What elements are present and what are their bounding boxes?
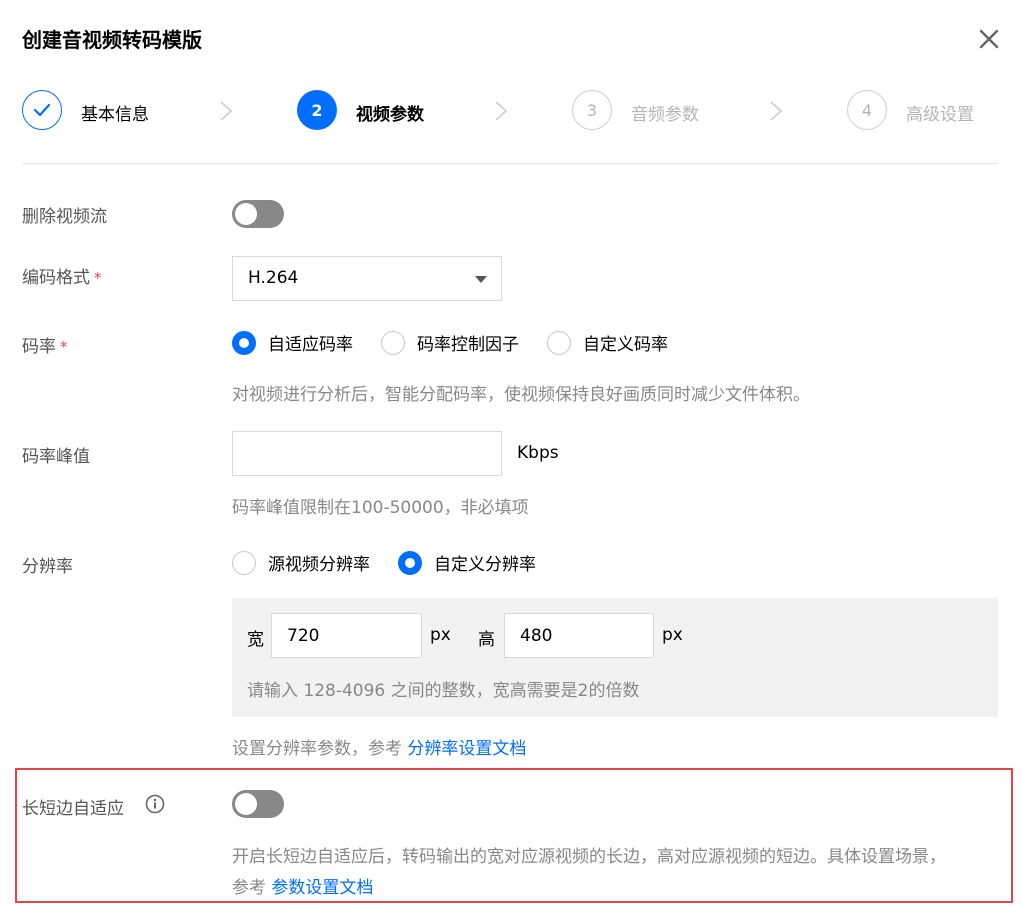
caret-down-icon <box>475 276 487 283</box>
adaptive-edge-toggle[interactable] <box>232 790 284 818</box>
radio-unchecked-icon <box>547 330 571 355</box>
divider <box>22 163 998 164</box>
param-doc-link[interactable]: 参数设置文档 <box>271 878 373 898</box>
chevron-right-icon <box>495 101 508 121</box>
dialog-title: 创建音视频转码模版 <box>22 28 202 52</box>
radio-adaptive-bitrate-label: 自适应码率 <box>268 335 353 355</box>
radio-bitrate-factor-label: 码率控制因子 <box>417 335 519 355</box>
resolution-label: 分辨率 <box>22 557 73 577</box>
bitrate-help: 对视频进行分析后，智能分配码率，使视频保持良好画质同时减少文件体积。 <box>232 385 810 405</box>
bitrate-label-text: 码率 <box>22 337 56 357</box>
step-2-label: 视频参数 <box>356 105 424 125</box>
adaptive-edge-label: 长短边自适应 <box>22 799 124 819</box>
radio-source-resolution-label: 源视频分辨率 <box>268 555 370 575</box>
step-1-check-icon <box>22 90 62 130</box>
radio-unchecked-icon <box>232 550 256 575</box>
radio-custom-resolution-label: 自定义分辨率 <box>434 555 536 575</box>
stepper: 基本信息 2 视频参数 3 音频参数 4 高级设置 <box>0 90 1022 134</box>
close-icon[interactable] <box>976 26 1002 52</box>
step-1-label: 基本信息 <box>81 105 149 125</box>
width-unit: px <box>430 625 451 645</box>
bitrate-label: 码率 * <box>22 332 68 357</box>
radio-bitrate-factor[interactable]: 码率控制因子 <box>381 330 519 355</box>
resolution-radio-group: 源视频分辨率 自定义分辨率 <box>232 550 564 575</box>
resolution-box-help: 请输入 128-4096 之间的整数，宽高需要是2的倍数 <box>247 681 640 701</box>
chevron-right-icon <box>220 101 233 121</box>
radio-adaptive-bitrate[interactable]: 自适应码率 <box>232 330 353 355</box>
radio-custom-resolution[interactable]: 自定义分辨率 <box>398 550 536 575</box>
step-3-label: 音频参数 <box>631 105 699 125</box>
width-input[interactable] <box>271 613 422 658</box>
required-mark: * <box>60 338 68 356</box>
radio-custom-bitrate-label: 自定义码率 <box>583 335 668 355</box>
codec-select[interactable]: H.264 <box>232 256 502 301</box>
height-input[interactable] <box>504 613 654 658</box>
adaptive-edge-help-text: 参考 <box>232 878 272 898</box>
chevron-right-icon <box>770 101 783 121</box>
toggle-knob <box>235 793 257 815</box>
bitrate-radio-group: 自适应码率 码率控制因子 自定义码率 <box>232 330 696 355</box>
peak-bitrate-label: 码率峰值 <box>22 447 90 467</box>
remove-video-toggle[interactable] <box>232 200 284 228</box>
height-label: 高 <box>478 630 495 650</box>
codec-label: 编码格式 * <box>22 263 102 288</box>
peak-bitrate-input[interactable] <box>232 431 502 476</box>
step-3-number: 3 <box>572 90 612 130</box>
remove-video-label: 删除视频流 <box>22 207 107 227</box>
required-mark: * <box>94 269 102 287</box>
peak-bitrate-unit: Kbps <box>517 443 559 463</box>
radio-custom-bitrate[interactable]: 自定义码率 <box>547 330 668 355</box>
resolution-doc-link[interactable]: 分辨率设置文档 <box>407 739 526 759</box>
resolution-help-text: 设置分辨率参数，参考 <box>232 739 408 759</box>
radio-unchecked-icon <box>381 330 405 355</box>
step-2-number: 2 <box>297 90 337 130</box>
info-icon[interactable] <box>145 794 165 814</box>
highlight-box <box>15 768 1013 903</box>
adaptive-edge-help-line2: 参考 参数设置文档 <box>232 873 373 898</box>
radio-checked-icon <box>398 550 422 575</box>
codec-label-text: 编码格式 <box>22 268 90 288</box>
step-4-number: 4 <box>847 90 887 130</box>
radio-checked-icon <box>232 330 256 355</box>
width-label: 宽 <box>247 630 264 650</box>
step-4-label: 高级设置 <box>906 105 974 125</box>
codec-select-value: H.264 <box>248 268 299 288</box>
peak-bitrate-help: 码率峰值限制在100-50000，非必填项 <box>232 498 529 518</box>
height-unit: px <box>662 625 683 645</box>
toggle-knob <box>235 203 257 225</box>
adaptive-edge-help: 开启长短边自适应后，转码输出的宽对应源视频的长边，高对应源视频的短边。具体设置场… <box>232 847 946 867</box>
radio-source-resolution[interactable]: 源视频分辨率 <box>232 550 370 575</box>
resolution-help: 设置分辨率参数，参考 分辨率设置文档 <box>232 734 526 759</box>
